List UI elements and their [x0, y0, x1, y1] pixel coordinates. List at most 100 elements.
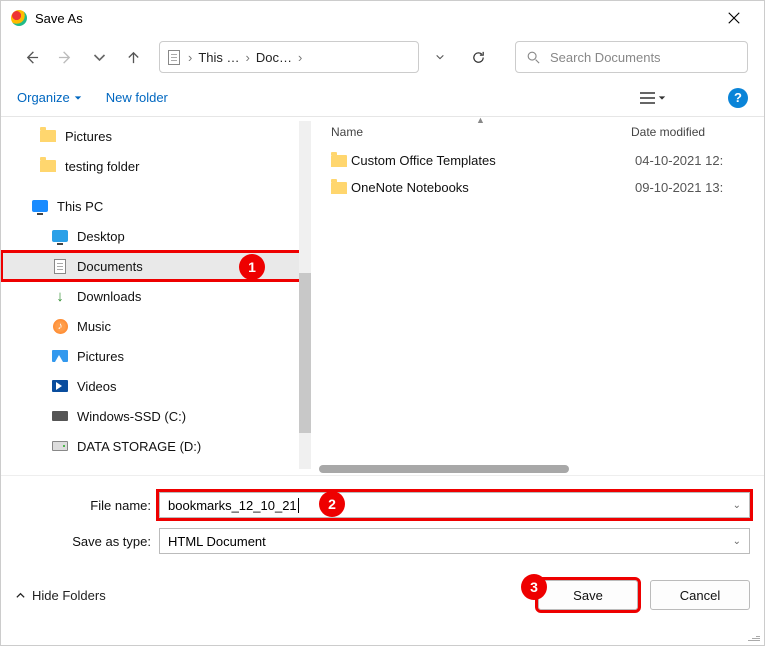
tree-item-testing[interactable]: testing folder: [1, 151, 311, 181]
folder-icon: [40, 130, 56, 142]
folder-icon: [331, 155, 347, 167]
pc-icon: [32, 200, 48, 212]
file-hscrollbar[interactable]: [319, 465, 756, 475]
annotation-badge-3: 3: [521, 574, 547, 600]
file-row[interactable]: Custom Office Templates 04-10-2021 12:: [311, 147, 764, 174]
videos-icon: [52, 380, 68, 392]
filename-input[interactable]: bookmarks_12_10_21 ⌄: [159, 492, 750, 518]
savetype-select[interactable]: HTML Document ⌄: [159, 528, 750, 554]
resize-grip[interactable]: [746, 627, 760, 641]
hide-folders-button[interactable]: Hide Folders: [15, 588, 106, 603]
tree-item-pictures-qa[interactable]: Pictures: [1, 121, 311, 151]
bottom-panel: File name: bookmarks_12_10_21 ⌄ Save as …: [1, 475, 764, 568]
annotation-badge-1: 1: [239, 254, 265, 280]
nav-row: › This … › Doc… › Search Documents: [1, 35, 764, 79]
chevron-right-icon: ›: [244, 50, 252, 65]
list-header[interactable]: ▲ Name Date modified: [311, 117, 764, 147]
savetype-value: HTML Document: [168, 534, 266, 549]
tree-label: Desktop: [77, 229, 125, 244]
search-input[interactable]: Search Documents: [515, 41, 748, 73]
chevron-right-icon: ›: [296, 50, 304, 65]
tree-label: This PC: [57, 199, 103, 214]
file-date: 04-10-2021 12:: [635, 153, 723, 168]
chevron-down-icon[interactable]: ⌄: [733, 500, 741, 511]
tree-label: Pictures: [65, 129, 112, 144]
file-name: Custom Office Templates: [351, 153, 635, 168]
main-area: Pictures testing folder This PC Desktop …: [1, 117, 764, 475]
downloads-icon: ↓: [51, 287, 69, 305]
search-icon: [526, 50, 540, 64]
sort-indicator-icon: ▲: [476, 115, 485, 125]
tree-item-music[interactable]: ♪ Music: [1, 311, 311, 341]
file-row[interactable]: OneNote Notebooks 09-10-2021 13:: [311, 174, 764, 201]
footer: Hide Folders Save Cancel: [1, 568, 764, 622]
drive-icon: [52, 411, 68, 421]
drive-icon: [52, 441, 68, 451]
chevron-right-icon: ›: [186, 50, 194, 65]
chevron-down-icon[interactable]: ⌄: [733, 536, 741, 547]
organize-menu[interactable]: Organize: [17, 90, 82, 105]
filename-value: bookmarks_12_10_21: [168, 498, 297, 513]
save-button[interactable]: Save: [538, 580, 638, 610]
address-dropdown[interactable]: [425, 42, 455, 72]
desktop-icon: [52, 230, 68, 242]
tree-item-pictures[interactable]: Pictures: [1, 341, 311, 371]
documents-icon: [166, 49, 182, 65]
file-date: 09-10-2021 13:: [635, 180, 723, 195]
filename-row: File name: bookmarks_12_10_21 ⌄: [15, 490, 750, 520]
savetype-label: Save as type:: [15, 534, 159, 549]
file-list: ▲ Name Date modified Custom Office Templ…: [311, 117, 764, 475]
breadcrumb-seg-1[interactable]: This …: [194, 50, 243, 65]
save-as-dialog: Save As › This … › Doc… › Search Documen…: [0, 0, 765, 646]
folder-icon: [331, 182, 347, 194]
window-title: Save As: [35, 11, 83, 26]
folder-icon: [40, 160, 56, 172]
pictures-icon: [52, 350, 68, 362]
documents-icon: [54, 259, 66, 274]
tree-item-downloads[interactable]: ↓ Downloads: [1, 281, 311, 311]
cancel-button[interactable]: Cancel: [650, 580, 750, 610]
tree-label: testing folder: [65, 159, 139, 174]
tree-label: Windows-SSD (C:): [77, 409, 186, 424]
navigation-tree: Pictures testing folder This PC Desktop …: [1, 117, 311, 475]
tree-scrollbar[interactable]: [299, 121, 311, 469]
tree-item-data[interactable]: DATA STORAGE (D:): [1, 431, 311, 461]
chevron-up-icon: [15, 590, 26, 601]
tree-label: Downloads: [77, 289, 141, 304]
tree-label: DATA STORAGE (D:): [77, 439, 201, 454]
tree-label: Documents: [77, 259, 143, 274]
refresh-button[interactable]: [463, 42, 493, 72]
search-placeholder: Search Documents: [550, 50, 661, 65]
filename-label: File name:: [15, 498, 159, 513]
tree-item-desktop[interactable]: Desktop: [1, 221, 311, 251]
breadcrumb-seg-2[interactable]: Doc…: [252, 50, 296, 65]
view-options-button[interactable]: [640, 92, 666, 104]
chevron-down-icon: [74, 94, 82, 102]
column-date[interactable]: Date modified: [631, 125, 705, 139]
help-button[interactable]: ?: [728, 88, 748, 108]
tree-label: Music: [77, 319, 111, 334]
chrome-icon: [11, 10, 27, 26]
address-bar[interactable]: › This … › Doc… ›: [159, 41, 419, 73]
titlebar: Save As: [1, 1, 764, 35]
organize-label: Organize: [17, 90, 70, 105]
hide-folders-label: Hide Folders: [32, 588, 106, 603]
back-button[interactable]: [17, 43, 45, 71]
new-folder-button[interactable]: New folder: [106, 90, 168, 105]
recent-dropdown[interactable]: [85, 43, 113, 71]
close-button[interactable]: [714, 3, 754, 33]
music-icon: ♪: [53, 319, 68, 334]
annotation-badge-2: 2: [319, 491, 345, 517]
text-cursor: [298, 498, 299, 513]
chevron-down-icon: [658, 94, 666, 102]
file-name: OneNote Notebooks: [351, 180, 635, 195]
savetype-row: Save as type: HTML Document ⌄: [15, 526, 750, 556]
tree-label: Pictures: [77, 349, 124, 364]
tree-item-videos[interactable]: Videos: [1, 371, 311, 401]
up-button[interactable]: [119, 43, 147, 71]
forward-button[interactable]: [51, 43, 79, 71]
column-name[interactable]: Name: [331, 125, 631, 139]
toolbar: Organize New folder ?: [1, 79, 764, 117]
tree-item-thispc[interactable]: This PC: [1, 191, 311, 221]
tree-item-ssd[interactable]: Windows-SSD (C:): [1, 401, 311, 431]
